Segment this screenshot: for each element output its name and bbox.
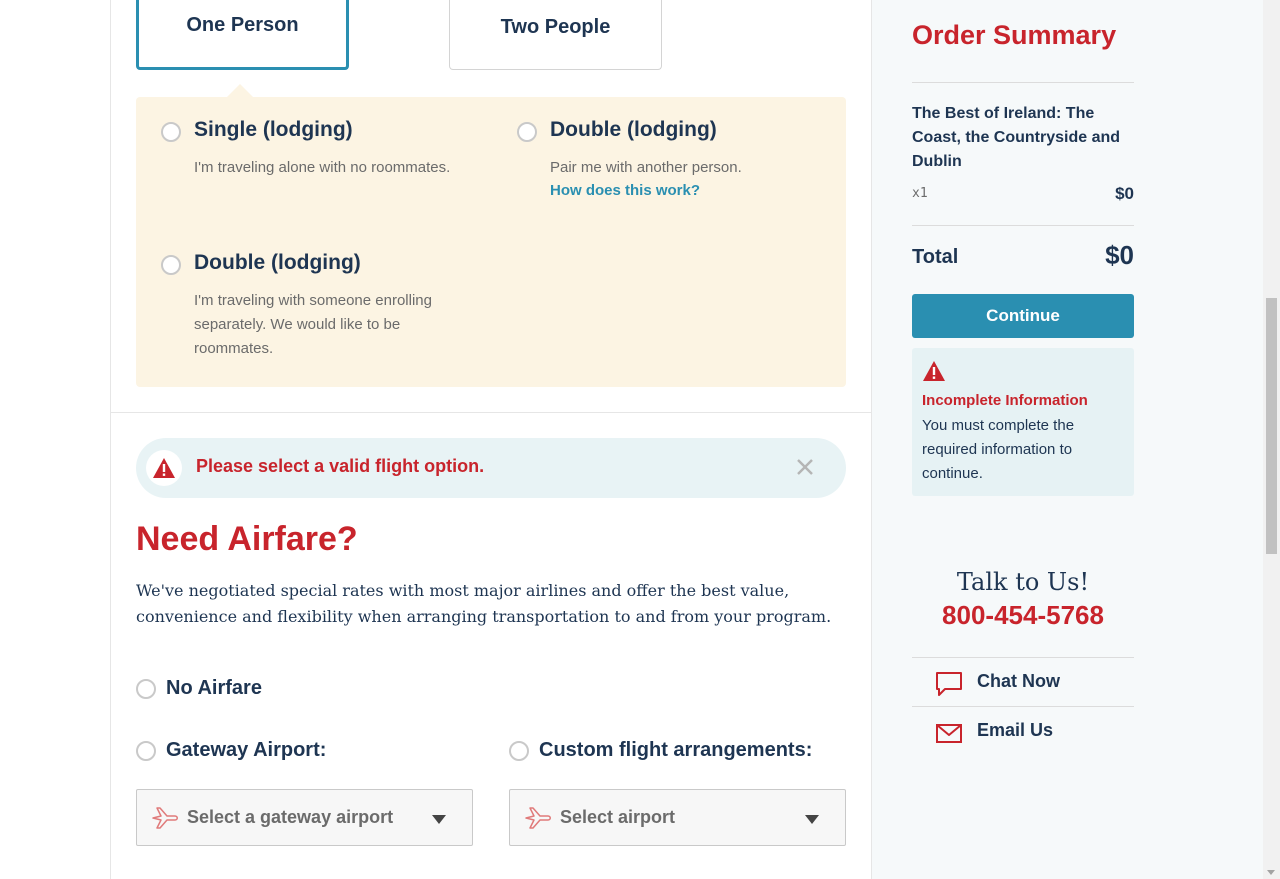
alert-icon-badge: [146, 450, 182, 486]
scrollbar-thumb[interactable]: [1266, 298, 1277, 554]
total-value: $0: [1105, 240, 1134, 270]
lodging-panel-pointer: [226, 84, 254, 98]
custom-select-placeholder: Select airport: [560, 807, 676, 827]
gateway-airport-label[interactable]: Gateway Airport:: [166, 739, 326, 762]
trip-quantity: x1: [912, 186, 928, 201]
total-label: Total: [912, 246, 959, 268]
double-roommate-radio[interactable]: [161, 255, 181, 275]
gateway-airport-radio[interactable]: [136, 741, 156, 761]
how-does-this-work-link[interactable]: How does this work?: [550, 182, 700, 199]
one-person-label: One Person: [186, 14, 299, 36]
flight-alert-message: Please select a valid flight option.: [196, 456, 485, 476]
warning-text: You must complete the required informati…: [922, 417, 1075, 482]
chevron-down-icon: [432, 815, 446, 824]
two-people-card[interactable]: Two People: [449, 0, 662, 70]
no-airfare-radio[interactable]: [136, 679, 156, 699]
two-people-label: Two People: [500, 16, 611, 38]
airplane-icon: [152, 807, 178, 829]
airfare-heading: Need Airfare?: [136, 520, 358, 558]
flight-error-alert: Please select a valid flight option.: [136, 438, 846, 498]
chat-bubble-icon: [936, 672, 962, 696]
warning-icon: [923, 361, 945, 381]
gateway-select-placeholder: Select a gateway airport: [187, 807, 394, 827]
no-airfare-label[interactable]: No Airfare: [166, 677, 262, 700]
trip-name: The Best of Ireland: The Coast, the Coun…: [912, 105, 1121, 170]
order-summary-title: Order Summary: [912, 20, 1117, 50]
trip-price: $0: [1115, 184, 1134, 203]
talk-to-us-heading: Talk to Us!: [956, 568, 1090, 596]
one-person-card[interactable]: One Person: [136, 0, 349, 70]
custom-flight-radio[interactable]: [509, 741, 529, 761]
page-scrollbar[interactable]: [1263, 0, 1280, 879]
double-roommate-title[interactable]: Double (lodging): [194, 251, 361, 275]
gateway-airport-select[interactable]: Select a gateway airport: [136, 789, 473, 846]
airfare-description: We've negotiated special rates with most…: [136, 581, 832, 626]
left-gutter: [0, 0, 110, 879]
custom-flight-label[interactable]: Custom flight arrangements:: [539, 739, 812, 762]
double-roommate-description: I'm traveling with someone enrolling sep…: [194, 292, 432, 357]
email-us-link[interactable]: Email Us: [912, 707, 1134, 757]
phone-number[interactable]: 800-454-5768: [912, 600, 1134, 631]
email-us-label: Email Us: [977, 720, 1054, 740]
double-pair-title[interactable]: Double (lodging): [550, 118, 717, 142]
summary-divider: [912, 82, 1134, 83]
chat-now-link[interactable]: Chat Now: [912, 658, 1134, 708]
incomplete-info-warning: Incomplete Information You must complete…: [912, 348, 1134, 496]
chat-now-label: Chat Now: [977, 671, 1060, 691]
custom-airport-select[interactable]: Select airport: [509, 789, 846, 846]
summary-divider: [912, 225, 1134, 226]
warning-icon: [153, 458, 175, 478]
single-lodging-radio[interactable]: [161, 122, 181, 142]
single-lodging-title[interactable]: Single (lodging): [194, 118, 353, 142]
scroll-down-arrow-icon[interactable]: [1267, 870, 1275, 875]
double-pair-radio[interactable]: [517, 122, 537, 142]
continue-button[interactable]: Continue: [912, 294, 1134, 338]
envelope-icon: [936, 724, 962, 743]
close-icon[interactable]: [794, 456, 816, 478]
warning-title: Incomplete Information: [922, 392, 1088, 409]
airplane-icon: [525, 807, 551, 829]
chevron-down-icon: [805, 815, 819, 824]
section-divider: [111, 412, 871, 413]
double-pair-description: Pair me with another person.: [550, 159, 742, 176]
single-lodging-description: I'm traveling alone with no roommates.: [194, 159, 451, 176]
